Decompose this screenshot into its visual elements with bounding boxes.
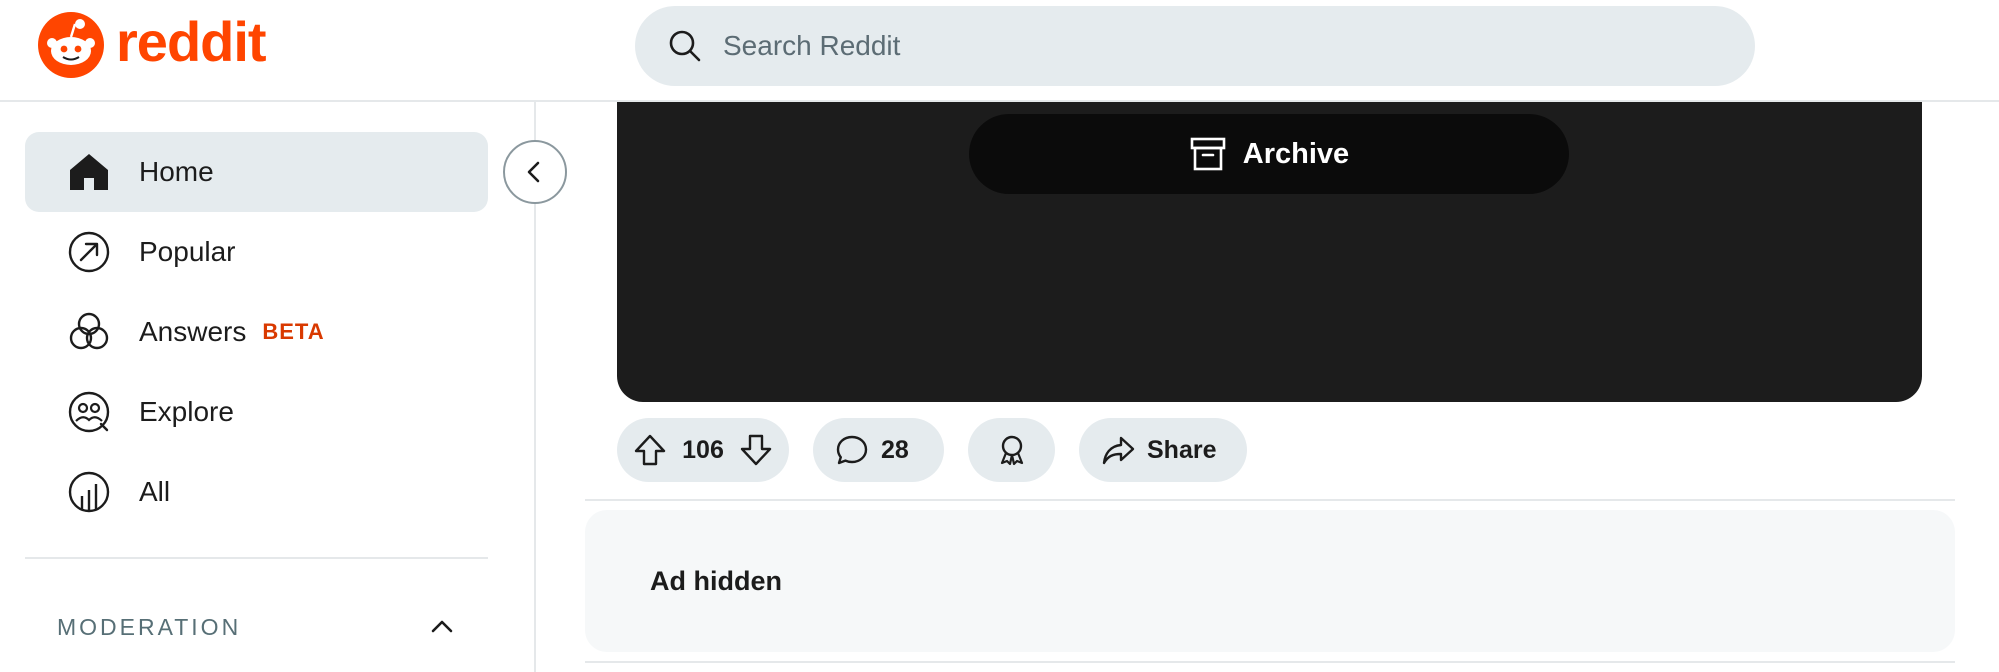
chevron-left-icon — [527, 161, 540, 183]
award-button[interactable] — [968, 418, 1055, 482]
share-button[interactable]: Share — [1079, 418, 1247, 482]
share-label: Share — [1147, 435, 1217, 464]
vote-control: 106 — [617, 418, 789, 482]
left-sidebar: Home Popular Answers BETA Explore All MO… — [0, 102, 536, 672]
comment-icon — [836, 435, 868, 465]
award-icon — [1000, 435, 1023, 466]
ad-hidden-text: Ad hidden — [650, 565, 782, 596]
archive-button[interactable]: Archive — [969, 114, 1569, 194]
top-header: reddit — [0, 0, 1999, 102]
post-action-bar: 106 28 Share — [617, 418, 1247, 482]
post-media: Archive — [617, 102, 1922, 402]
reddit-snoo-icon — [38, 12, 104, 78]
reddit-logo[interactable]: reddit — [38, 10, 267, 78]
popular-icon — [68, 231, 110, 273]
post-divider — [585, 499, 1955, 501]
sidebar-item-label: Explore — [139, 396, 234, 427]
beta-badge: BETA — [262, 319, 325, 344]
vote-count: 106 — [682, 435, 724, 464]
section-title: MODERATION — [57, 613, 242, 640]
search-input[interactable] — [721, 29, 1721, 63]
archive-icon — [1190, 137, 1226, 171]
share-icon — [1102, 436, 1135, 465]
chevron-up-icon[interactable] — [427, 612, 457, 642]
moderation-section-header[interactable]: MODERATION — [57, 607, 457, 647]
sidebar-item-label: Home — [139, 156, 214, 187]
search-icon — [669, 30, 701, 62]
search-bar[interactable] — [635, 6, 1755, 86]
sidebar-divider — [25, 557, 488, 559]
sidebar-item-answers[interactable]: Answers BETA — [25, 292, 488, 372]
feed-divider — [585, 661, 1955, 663]
sidebar-item-all[interactable]: All — [25, 452, 488, 532]
sidebar-item-label: Answers — [139, 316, 247, 347]
ad-placeholder: Ad hidden — [585, 510, 1955, 652]
comments-button[interactable]: 28 — [813, 418, 944, 482]
answers-icon — [69, 312, 109, 350]
explore-icon — [68, 391, 110, 433]
archive-label: Archive — [1242, 137, 1350, 170]
sidebar-item-popular[interactable]: Popular — [25, 212, 488, 292]
downvote-icon[interactable] — [739, 433, 773, 467]
all-icon — [68, 471, 110, 513]
sidebar-item-home[interactable]: Home — [25, 132, 488, 212]
collapse-sidebar-button[interactable] — [503, 140, 567, 204]
upvote-icon[interactable] — [633, 433, 667, 467]
home-icon — [70, 154, 108, 190]
comment-count: 28 — [881, 435, 909, 464]
logo-wordmark: reddit — [116, 10, 267, 73]
sidebar-item-explore[interactable]: Explore — [25, 372, 488, 452]
sidebar-item-label: Popular — [139, 236, 236, 267]
sidebar-item-label: All — [139, 476, 171, 507]
